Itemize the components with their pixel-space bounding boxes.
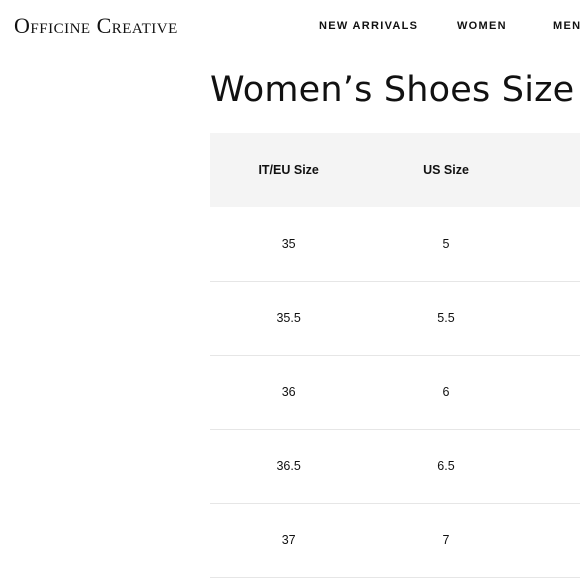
page: Officine Creative NEW ARRIVALS WOMEN MEN… — [0, 0, 580, 580]
brand-logo[interactable]: Officine Creative — [14, 13, 178, 39]
nav-women[interactable]: WOMEN — [457, 20, 507, 32]
table-row: 35 5 — [210, 207, 580, 281]
us-size-cell: 5.5 — [437, 311, 455, 325]
uk-size-cell — [525, 503, 580, 577]
uk-size-cell — [525, 429, 580, 503]
uk-size-cell — [525, 207, 580, 281]
it-eu-size-cell: 36.5 — [276, 459, 301, 473]
page-title: Women’s Shoes Size G — [210, 70, 580, 110]
site-header: Officine Creative NEW ARRIVALS WOMEN MEN — [0, 0, 580, 56]
column-header-it-eu-size: IT/EU Size — [258, 163, 319, 177]
column-header-uk-size: U — [525, 133, 580, 207]
it-eu-size-cell: 37 — [281, 533, 296, 547]
uk-size-cell — [525, 355, 580, 429]
table-row: 36.5 6.5 — [210, 429, 580, 503]
uk-size-cell — [525, 281, 580, 355]
table-header-row: IT/EU Size US Size U — [210, 133, 580, 207]
table-row: 35.5 5.5 — [210, 281, 580, 355]
us-size-cell: 6.5 — [437, 459, 455, 473]
us-size-cell: 6 — [442, 385, 450, 399]
nav-new-arrivals[interactable]: NEW ARRIVALS — [319, 20, 418, 32]
it-eu-size-cell: 35 — [281, 236, 296, 251]
table-row: 37 7 — [210, 503, 580, 577]
column-header-us-size: US Size — [423, 163, 469, 177]
us-size-cell: 5 — [442, 236, 450, 251]
size-guide-table: IT/EU Size US Size U 35 5 35.5 5.5 36 6 — [210, 133, 580, 578]
us-size-cell: 7 — [442, 533, 450, 547]
nav-men[interactable]: MEN — [553, 20, 580, 32]
it-eu-size-cell: 35.5 — [276, 311, 301, 325]
it-eu-size-cell: 36 — [281, 385, 296, 399]
table-row: 36 6 — [210, 355, 580, 429]
